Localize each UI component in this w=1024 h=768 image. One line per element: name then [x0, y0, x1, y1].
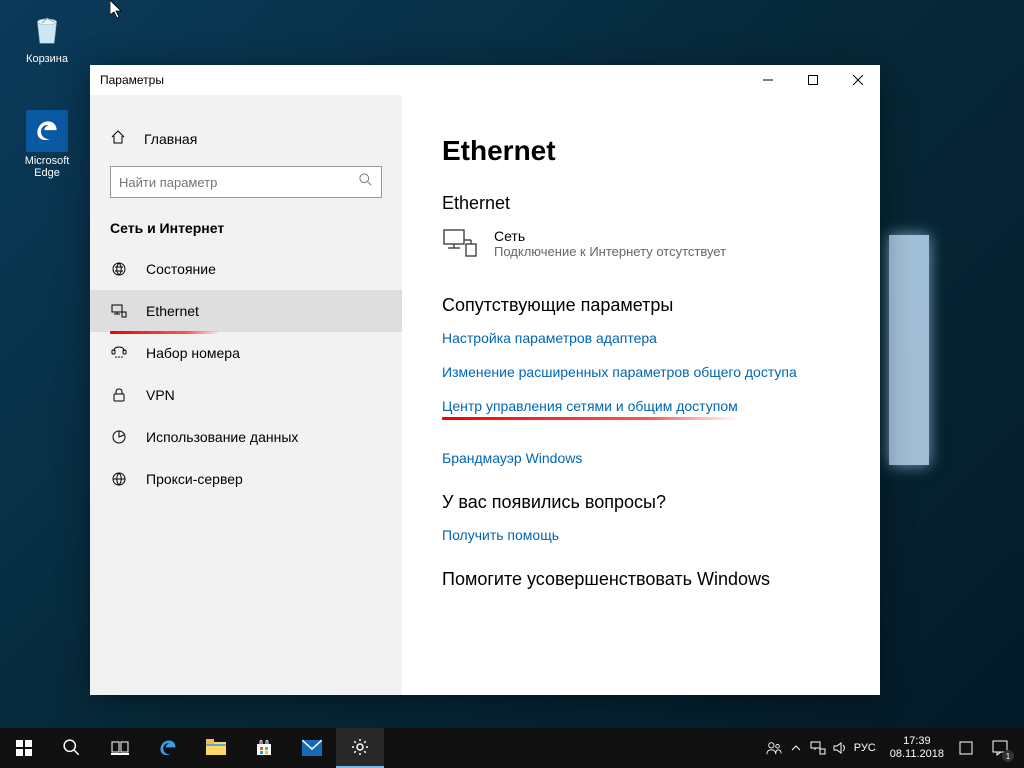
sidebar-item-proxy[interactable]: Прокси-сервер [90, 458, 402, 500]
data-usage-icon [110, 428, 128, 446]
home-icon [110, 129, 126, 148]
dialup-icon [110, 344, 128, 362]
network-name: Сеть [494, 228, 726, 244]
feedback-heading: Помогите усовершенствовать Windows [442, 569, 840, 590]
vpn-icon [110, 386, 128, 404]
annotation-underline [442, 417, 738, 420]
sidebar-item-label: Состояние [146, 261, 216, 277]
network-adapter-icon [442, 228, 478, 258]
network-tray-icon[interactable] [810, 740, 826, 756]
clock-time: 17:39 [890, 735, 944, 748]
home-link[interactable]: Главная [90, 119, 402, 158]
ethernet-icon [110, 302, 128, 320]
taskbar-search[interactable] [48, 728, 96, 768]
language-indicator[interactable]: РУС [854, 742, 876, 754]
desktop-light-accent [889, 235, 929, 465]
settings-window: Параметры Главная Сеть и Интернет Состоя… [90, 65, 880, 695]
desktop-icon-edge[interactable]: Microsoft Edge [12, 110, 82, 179]
home-label: Главная [144, 131, 197, 147]
main-content: Ethernet Ethernet Сеть Подключение к Инт… [402, 95, 880, 695]
sidebar-item-label: Прокси-сервер [146, 471, 243, 487]
action-center-button[interactable]: 1 [980, 728, 1020, 768]
system-tray: РУС 17:39 08.11.2018 1 [766, 728, 1024, 768]
taskbar-explorer[interactable] [192, 728, 240, 768]
search-icon [359, 173, 373, 192]
volume-icon[interactable] [832, 740, 848, 756]
recycle-bin-icon [26, 8, 68, 50]
link-advanced-sharing[interactable]: Изменение расширенных параметров общего … [442, 364, 840, 380]
sidebar-item-label: Ethernet [146, 303, 199, 319]
minimize-button[interactable] [745, 65, 790, 95]
desktop-icon-label: Microsoft Edge [12, 155, 82, 179]
taskbar-store[interactable] [240, 728, 288, 768]
search-input[interactable] [119, 175, 359, 190]
link-firewall[interactable]: Брандмауэр Windows [442, 450, 840, 466]
edge-icon [26, 110, 68, 152]
taskbar-mail[interactable] [288, 728, 336, 768]
related-heading: Сопутствующие параметры [442, 295, 840, 316]
task-view-button[interactable] [96, 728, 144, 768]
clock-date: 08.11.2018 [890, 748, 944, 761]
taskbar-clock[interactable]: 17:39 08.11.2018 [882, 735, 952, 761]
link-get-help[interactable]: Получить помощь [442, 527, 840, 543]
network-item[interactable]: Сеть Подключение к Интернету отсутствует [442, 228, 840, 259]
ethernet-heading: Ethernet [442, 193, 840, 214]
cursor-icon [110, 0, 124, 20]
sidebar-item-vpn[interactable]: VPN [90, 374, 402, 416]
taskbar-settings[interactable] [336, 728, 384, 768]
sidebar-item-ethernet[interactable]: Ethernet [90, 290, 402, 332]
taskbar-edge[interactable] [144, 728, 192, 768]
link-adapter-settings[interactable]: Настройка параметров адаптера [442, 330, 840, 346]
page-title: Ethernet [442, 135, 840, 167]
taskbar: РУС 17:39 08.11.2018 1 [0, 728, 1024, 768]
people-icon[interactable] [766, 740, 782, 756]
desktop-icon-label: Корзина [12, 53, 82, 65]
start-button[interactable] [0, 728, 48, 768]
notification-badge: 1 [1002, 750, 1014, 762]
sidebar: Главная Сеть и Интернет Состояние Ethern… [90, 95, 402, 695]
status-icon [110, 260, 128, 278]
proxy-icon [110, 470, 128, 488]
network-status: Подключение к Интернету отсутствует [494, 244, 726, 259]
tray-chevron-up-icon[interactable] [788, 740, 804, 756]
close-button[interactable] [835, 65, 880, 95]
sidebar-item-label: Набор номера [146, 345, 240, 361]
questions-heading: У вас появились вопросы? [442, 492, 840, 513]
sidebar-item-dialup[interactable]: Набор номера [90, 332, 402, 374]
sidebar-item-status[interactable]: Состояние [90, 248, 402, 290]
link-network-center[interactable]: Центр управления сетями и общим доступом [442, 398, 738, 414]
sidebar-item-label: Использование данных [146, 429, 298, 445]
maximize-button[interactable] [790, 65, 835, 95]
titlebar[interactable]: Параметры [90, 65, 880, 95]
desktop-icon-recycle-bin[interactable]: Корзина [12, 8, 82, 65]
search-box[interactable] [110, 166, 382, 198]
sidebar-item-data-usage[interactable]: Использование данных [90, 416, 402, 458]
sidebar-section-label: Сеть и Интернет [90, 220, 402, 248]
sidebar-item-label: VPN [146, 387, 175, 403]
window-title: Параметры [100, 73, 745, 87]
input-icon[interactable] [958, 740, 974, 756]
